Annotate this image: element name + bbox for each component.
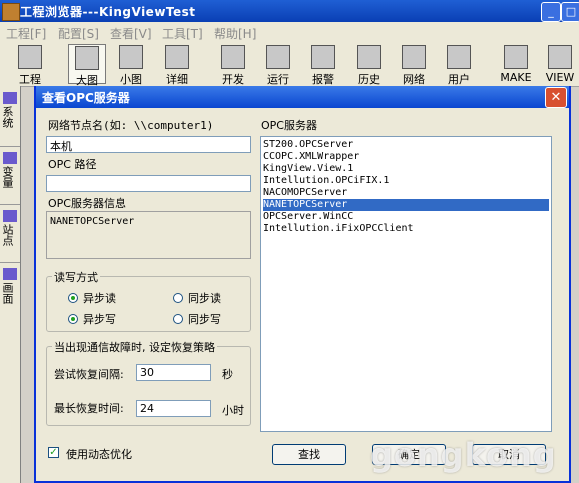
small-icons-icon — [119, 45, 143, 69]
menu-tools[interactable]: 工具[T] — [162, 25, 203, 42]
tab-divider — [0, 204, 20, 205]
opc-path-input[interactable] — [46, 175, 251, 192]
retry-interval-label: 尝试恢复间隔: — [54, 368, 124, 381]
dialog-title: 查看OPC服务器 — [42, 91, 130, 105]
alarm-icon — [311, 45, 335, 69]
toolbar-user[interactable]: 用户 — [442, 44, 476, 86]
menu-view[interactable]: 查看[V] — [110, 25, 152, 42]
sync-write-radio[interactable] — [173, 314, 183, 324]
async-read-radio[interactable] — [68, 293, 78, 303]
app-icon — [2, 3, 20, 21]
toolbar-develop[interactable]: 开发 — [216, 44, 250, 86]
list-item[interactable]: CCOPC.XMLWrapper — [263, 151, 359, 163]
toolbar-large-icons[interactable]: 大图 — [68, 44, 106, 87]
side-tab-bar: 系统 变量 站点 画面 — [0, 86, 21, 483]
rw-mode-label: 读写方式 — [52, 269, 100, 285]
toolbar-view[interactable]: VIEW — [543, 44, 577, 84]
run-icon — [266, 45, 290, 69]
retry-interval-input[interactable]: 30 — [136, 364, 211, 381]
recovery-group-label: 当出现通信故障时, 设定恢复策略 — [52, 339, 217, 355]
opc-server-list[interactable]: ST200.OPCServer CCOPC.XMLWrapper KingVie… — [260, 136, 552, 432]
large-icons-icon — [75, 46, 99, 70]
tab-variables[interactable]: 变量 — [1, 152, 19, 188]
list-item-selected[interactable]: NANETOPCServer — [263, 199, 549, 211]
make-icon — [504, 45, 528, 69]
menu-project[interactable]: 工程[F] — [6, 25, 46, 42]
server-info-label: OPC服务器信息 — [48, 197, 126, 210]
user-key-icon — [447, 45, 471, 69]
tab-divider — [0, 262, 20, 263]
toolbar-details[interactable]: 详细 — [160, 44, 194, 86]
toolbar-run[interactable]: 运行 — [261, 44, 295, 86]
list-item[interactable]: KingView.View.1 — [263, 163, 353, 175]
async-write-label: 异步写 — [83, 313, 116, 326]
list-item[interactable]: Intellution.iFixOPCClient — [263, 223, 414, 235]
toolbar-project[interactable]: 工程 — [12, 44, 48, 86]
list-item[interactable]: OPCServer.WinCC — [263, 211, 353, 223]
main-title-bar: 工程浏览器---KingViewTest _ □ — [0, 0, 579, 22]
async-write-radio[interactable] — [68, 314, 78, 324]
list-item[interactable]: ST200.OPCServer — [263, 139, 353, 151]
max-recovery-label: 最长恢复时间: — [54, 402, 124, 415]
variables-icon — [3, 152, 17, 164]
toolbar-network[interactable]: 网络 — [397, 44, 431, 86]
list-item[interactable]: Intellution.OPCiFIX.1 — [263, 175, 389, 187]
toolbar-small-icons[interactable]: 小图 — [114, 44, 148, 86]
window-title: 工程浏览器---KingViewTest — [20, 5, 196, 19]
server-info-box: NANETOPCServer — [46, 211, 251, 259]
toolbar-alarm[interactable]: 报警 — [306, 44, 340, 86]
async-read-label: 异步读 — [83, 292, 116, 305]
menu-bar: 工程[F] 配置[S] 查看[V] 工具[T] 帮助[H] — [0, 22, 579, 42]
max-recovery-unit: 小时 — [222, 404, 244, 417]
sync-read-label: 同步读 — [188, 292, 221, 305]
tab-divider — [0, 146, 20, 147]
max-recovery-input[interactable]: 24 — [136, 400, 211, 417]
dynamic-optimization-label: 使用动态优化 — [66, 448, 132, 461]
cancel-button[interactable]: 取消 — [472, 444, 546, 465]
toolbar: 工程 大图 小图 详细 开发 运行 报警 历史 网络 用户 MAKE VIEW — [0, 42, 579, 87]
sync-write-label: 同步写 — [188, 313, 221, 326]
find-button[interactable]: 查找 — [272, 444, 346, 465]
sync-read-radio[interactable] — [173, 293, 183, 303]
node-name-input[interactable]: 本机 — [46, 136, 251, 153]
project-icon — [18, 45, 42, 69]
toolbar-history[interactable]: 历史 — [352, 44, 386, 86]
system-icon — [3, 92, 17, 104]
dialog-close-button[interactable]: ✕ — [545, 87, 567, 108]
tab-system[interactable]: 系统 — [1, 92, 19, 128]
tab-stations[interactable]: 站点 — [1, 210, 19, 246]
menu-help[interactable]: 帮助[H] — [214, 25, 256, 42]
details-icon — [165, 45, 189, 69]
view-icon — [548, 45, 572, 69]
servers-label: OPC服务器 — [261, 119, 317, 132]
ok-button[interactable]: 确定 — [372, 444, 446, 465]
tab-screens[interactable]: 画面 — [1, 268, 19, 304]
opc-server-dialog: 查看OPC服务器 ✕ 网络节点名(如: \\computer1) 本机 OPC … — [34, 86, 571, 483]
network-icon — [402, 45, 426, 69]
minimize-button[interactable]: _ — [541, 2, 561, 22]
stations-icon — [3, 210, 17, 222]
retry-interval-unit: 秒 — [222, 368, 233, 381]
dynamic-optimization-checkbox[interactable]: ✓ — [48, 447, 59, 458]
opc-path-label: OPC 路径 — [48, 158, 97, 171]
dialog-title-bar: 查看OPC服务器 ✕ — [36, 86, 569, 108]
develop-icon — [221, 45, 245, 69]
node-name-label: 网络节点名(如: \\computer1) — [48, 119, 214, 132]
list-item[interactable]: NACOMOPCServer — [263, 187, 347, 199]
history-icon — [357, 45, 381, 69]
menu-config[interactable]: 配置[S] — [58, 25, 99, 42]
toolbar-make[interactable]: MAKE — [498, 44, 534, 84]
maximize-button[interactable]: □ — [561, 2, 579, 22]
screens-icon — [3, 268, 17, 280]
